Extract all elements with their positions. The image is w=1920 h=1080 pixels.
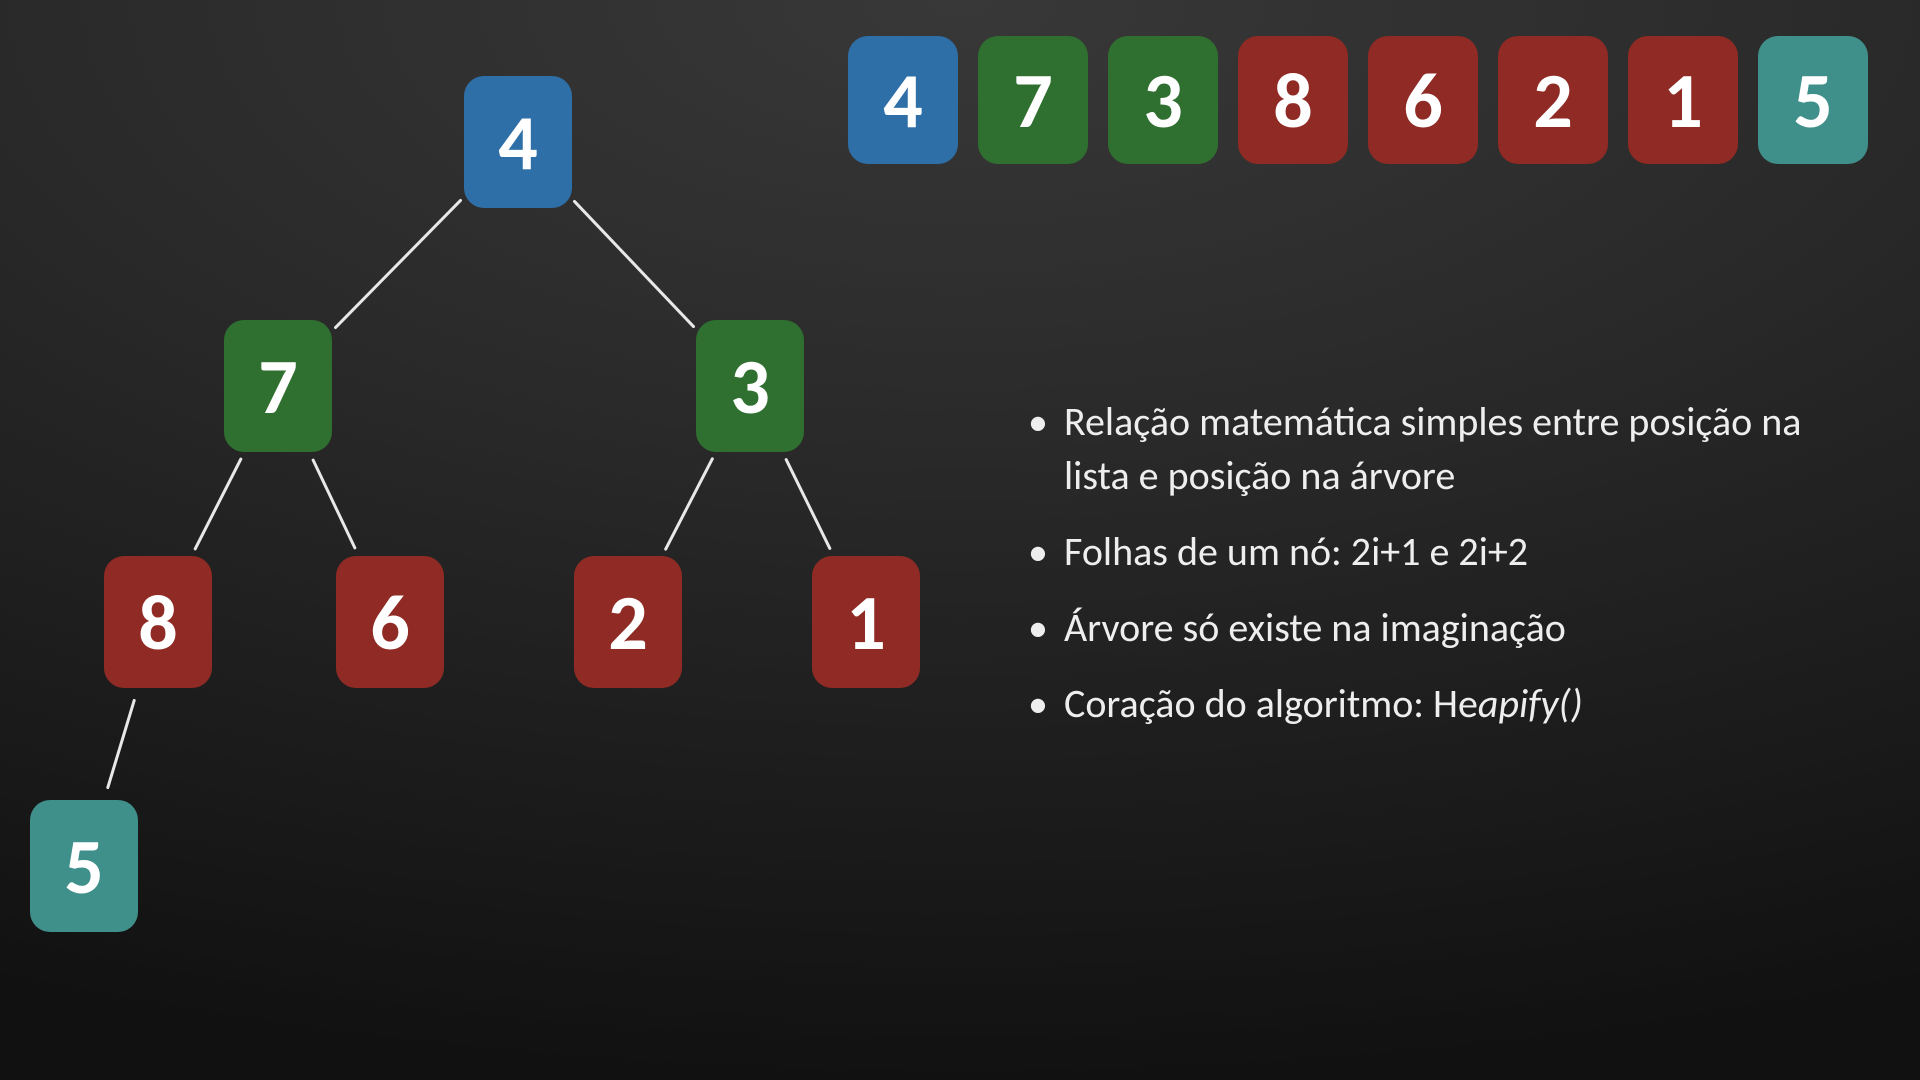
array-cell: 6 — [1368, 36, 1478, 164]
bullet-item: Folhas de um nó: 2i+1 e 2i+2 — [1020, 525, 1820, 579]
array-cell: 3 — [1108, 36, 1218, 164]
array-cell: 5 — [1758, 36, 1868, 164]
tree-node: 7 — [224, 320, 332, 452]
slide-stage: 47386215 47386215 Relação matemática sim… — [0, 0, 1920, 1080]
bullet-item: Relação matemática simples entre posição… — [1020, 395, 1820, 503]
tree-edge — [666, 459, 713, 549]
tree-edge — [108, 700, 134, 787]
bullet-list: Relação matemática simples entre posição… — [1020, 395, 1820, 753]
array-cell: 1 — [1628, 36, 1738, 164]
array-cell: 8 — [1238, 36, 1348, 164]
tree-node: 6 — [336, 556, 444, 688]
bullet-text: Coração do algoritmo: He — [1064, 679, 1478, 728]
tree-node: 2 — [574, 556, 682, 688]
tree-edge — [336, 200, 461, 327]
array-cell: 7 — [978, 36, 1088, 164]
tree-node: 4 — [464, 76, 572, 208]
bullet-item: Coração do algoritmo: Heapify() — [1020, 677, 1820, 731]
tree-edge — [195, 459, 241, 549]
array-cell: 2 — [1498, 36, 1608, 164]
tree-edge — [575, 201, 694, 326]
bullet-text-italic: apify() — [1478, 679, 1583, 728]
tree-node: 1 — [812, 556, 920, 688]
tree-node: 8 — [104, 556, 212, 688]
bullet-item: Árvore só existe na imaginação — [1020, 601, 1820, 655]
array-cell: 4 — [848, 36, 958, 164]
tree-node: 5 — [30, 800, 138, 932]
tree-edge — [786, 460, 830, 549]
tree-node: 3 — [696, 320, 804, 452]
tree-edge — [313, 460, 355, 548]
